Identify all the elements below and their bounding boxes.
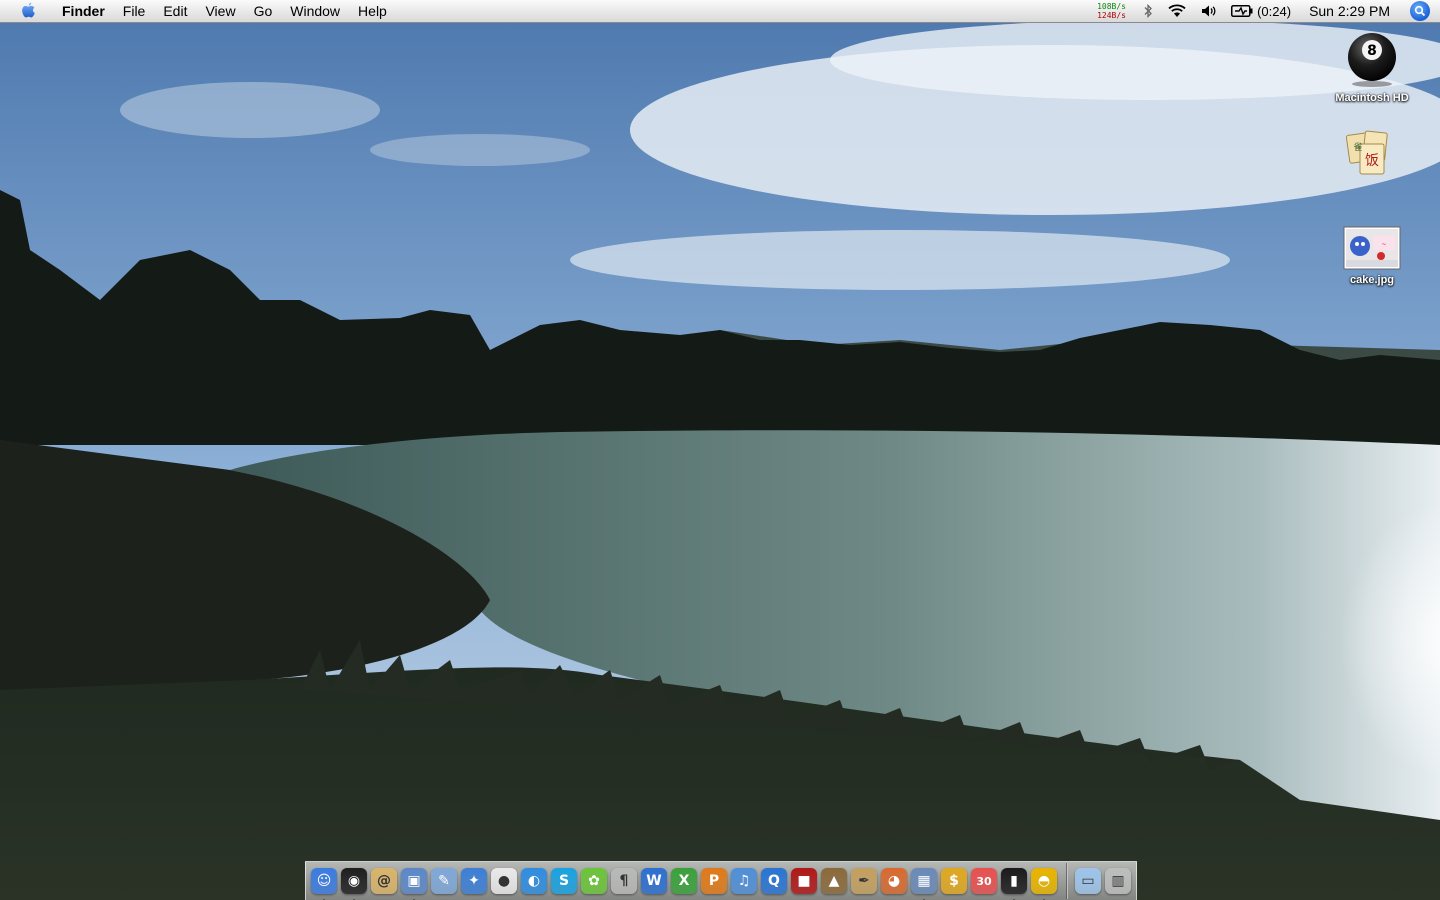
finder-icon: ☺ (311, 868, 337, 894)
dock: ☺ ◉ @ ▣ ✎ ✦ ● ◐ S ✿ ¶ W X P ♫ Q ■ ▲ ✒ ◕ ▦ $30 ▮ ◓ ▭ ▥ (305, 861, 1137, 900)
dock-item-terminal[interactable]: ▮ (1000, 866, 1028, 900)
desktop-icon-label: Macintosh HD (1335, 92, 1409, 104)
photos-icon: ▦ (911, 868, 937, 894)
dock-item-photos[interactable]: ▦ (910, 866, 938, 900)
trash-icon: ▥ (1105, 868, 1131, 894)
hard-drive-8-ball-icon: 8 (1348, 33, 1396, 87)
desktop-icon-label: cake.jpg (1349, 274, 1395, 286)
menu-edit[interactable]: Edit (154, 0, 196, 22)
dock-item-photobooth[interactable]: ■ (790, 866, 818, 896)
dock-item-preview[interactable]: ▣ (400, 866, 428, 900)
menu-go[interactable]: Go (245, 0, 282, 22)
menu-app-finder[interactable]: Finder (53, 0, 114, 22)
dock-item-powerpoint[interactable]: P (700, 866, 728, 896)
skype-icon: S (551, 868, 577, 894)
dock-item-dashboard[interactable]: ◉ (340, 866, 368, 900)
dock-item-script[interactable]: ¶ (610, 866, 638, 896)
network-icon: ✦ (461, 868, 487, 894)
dollar-icon: $ (941, 868, 967, 894)
image-thumbnail-icon: ~ (1343, 226, 1401, 270)
dock-item-finder[interactable]: ☺ (310, 866, 338, 900)
svg-text:雀: 雀 (1353, 141, 1362, 153)
dock-item-iphoto[interactable]: ▲ (820, 866, 848, 896)
desktop: Finder File Edit View Go Window Help 108… (0, 0, 1440, 900)
bluetooth-menu[interactable] (1143, 0, 1153, 22)
dock-item-itunes[interactable]: ♫ (730, 866, 758, 896)
wifi-icon (1168, 4, 1186, 17)
net-download-rate: 124B/s (1097, 11, 1126, 20)
dock-separator (1066, 863, 1068, 899)
itunes-icon: ♫ (731, 868, 757, 894)
desktop-icon-cake-jpg[interactable]: ~ cake.jpg (1317, 226, 1427, 286)
svg-text:饭: 饭 (1365, 153, 1379, 169)
menu-file[interactable]: File (114, 0, 155, 22)
spotlight-button[interactable] (1410, 1, 1430, 21)
volume-menu[interactable] (1201, 0, 1217, 22)
dock-item-money[interactable]: $ (940, 866, 968, 896)
menu-bar: Finder File Edit View Go Window Help 108… (0, 0, 1440, 23)
photobooth-icon: ■ (791, 868, 817, 894)
dock-documents: ▭ ▥ (1074, 866, 1134, 896)
dock-item-network[interactable]: ✦ (460, 866, 488, 896)
bluetooth-icon (1144, 4, 1153, 18)
dock-item-word[interactable]: W (640, 866, 668, 896)
wallpaper-lake-landscape (0, 0, 1440, 900)
dock-item-calendar[interactable]: 30 (970, 866, 998, 896)
dock-apps: ☺ ◉ @ ▣ ✎ ✦ ● ◐ S ✿ ¶ W X P ♫ Q ■ ▲ ✒ ◕ ▦ $30 ▮ ◓ (310, 866, 1060, 900)
dock-item-documents-folder[interactable]: ▭ (1074, 866, 1102, 896)
apple-icon (22, 2, 35, 18)
adium-icon: ✿ (581, 868, 607, 894)
spotlight-icon (1414, 5, 1426, 17)
dock-item-hardhat[interactable]: ◓ (1030, 866, 1058, 900)
excel-icon: X (671, 868, 697, 894)
script-icon: ¶ (611, 868, 637, 894)
dock-item-palette[interactable]: ◕ (880, 866, 908, 896)
dock-item-messages[interactable]: ● (490, 866, 518, 896)
chat-bubble-icon: ● (491, 868, 517, 894)
menu-extras: 108B/s 124B/s (0:24) Sun 2:29 PM (1097, 0, 1440, 22)
svg-text:8: 8 (1367, 43, 1377, 59)
mail-icon: @ (371, 868, 397, 894)
menu-clock[interactable]: Sun 2:29 PM (1309, 3, 1390, 19)
net-upload-rate: 108B/s (1097, 2, 1126, 11)
battery-time: (0:24) (1257, 3, 1292, 19)
dock-item-mail[interactable]: @ (370, 866, 398, 896)
pen-icon: ✒ (851, 868, 877, 894)
mahjong-tiles-icon: 饭 雀 (1345, 130, 1388, 175)
menu-view[interactable]: View (196, 0, 244, 22)
battery-menu[interactable]: (0:24) (1231, 0, 1291, 22)
menu-window[interactable]: Window (281, 0, 349, 22)
dock-item-pen[interactable]: ✒ (850, 866, 878, 896)
desktop-icon-macintosh-hd[interactable]: 8 Macintosh HD (1317, 30, 1427, 104)
dock-item-skype[interactable]: S (550, 866, 578, 896)
quicktime-icon: Q (761, 868, 787, 894)
volume-icon (1202, 5, 1216, 17)
network-monitor[interactable]: 108B/s 124B/s (1097, 0, 1131, 22)
powerpoint-icon: P (701, 868, 727, 894)
word-icon: W (641, 868, 667, 894)
preview-icon: ▣ (401, 868, 427, 894)
apple-menu[interactable] (17, 0, 39, 22)
dashboard-icon: ◉ (341, 868, 367, 894)
battery-icon (1231, 5, 1253, 17)
desktop-icon-mahjong[interactable]: 饭 雀 (1317, 128, 1427, 180)
menu-help[interactable]: Help (349, 0, 396, 22)
folder-icon: ▭ (1075, 868, 1101, 894)
iphoto-icon: ▲ (821, 868, 847, 894)
dock-item-quicktime[interactable]: Q (760, 866, 788, 896)
dock-item-excel[interactable]: X (670, 866, 698, 896)
terminal-icon: ▮ (1001, 868, 1027, 894)
dock-item-ichat[interactable]: ◐ (520, 866, 548, 896)
color-palette-icon: ◕ (881, 868, 907, 894)
dock-item-textedit[interactable]: ✎ (430, 866, 458, 896)
wifi-menu[interactable] (1167, 0, 1187, 22)
hard-hat-icon: ◓ (1031, 868, 1057, 894)
dock-item-adium[interactable]: ✿ (580, 866, 608, 896)
dock-item-trash[interactable]: ▥ (1104, 866, 1132, 896)
svg-text:~: ~ (1381, 241, 1386, 248)
ichat-icon: ◐ (521, 868, 547, 894)
textedit-icon: ✎ (431, 868, 457, 894)
calendar-icon: 30 (971, 868, 997, 894)
